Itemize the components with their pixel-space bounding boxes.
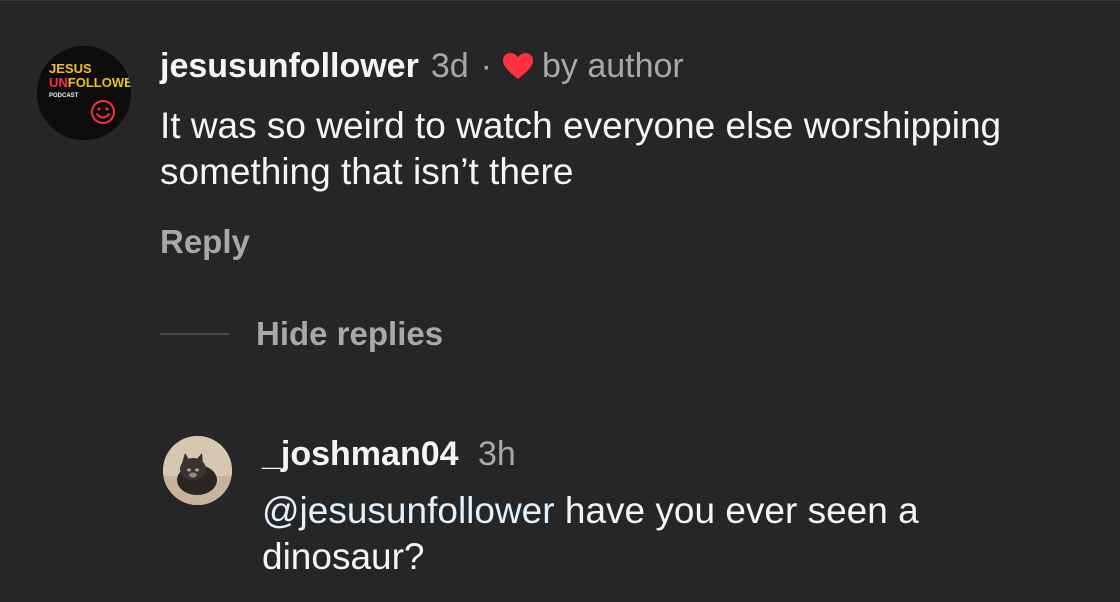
logo-line-2-rest: FOLLOWER — [68, 75, 131, 90]
reply-button[interactable]: Reply — [160, 221, 250, 263]
reply-mention-link[interactable]: @jesusunfollower — [262, 490, 555, 531]
logo-line-1: JESUS — [49, 61, 92, 76]
hide-replies-label: Hide replies — [256, 315, 444, 352]
logo-line-2-accent: UN — [49, 75, 68, 90]
comment-text: It was so weird to watch everyone else w… — [160, 105, 1002, 192]
top-divider — [0, 0, 1120, 1]
reply-header: _joshman04 3h — [262, 432, 516, 476]
comment-username[interactable]: jesusunfollower — [160, 44, 419, 88]
avatar-jesusunfollower[interactable]: JESUS UNFOLLOWER PODCAST — [37, 46, 131, 140]
avatar-joshman04[interactable] — [163, 436, 232, 505]
heart-icon — [502, 52, 534, 80]
logo-line-3: PODCAST — [49, 93, 79, 99]
hide-replies-line — [160, 333, 229, 335]
comment-header: jesusunfollower 3d · by author — [160, 44, 684, 88]
reply-time: 3h — [477, 435, 516, 473]
comment-time: 3d — [430, 47, 469, 85]
podcast-logo-icon: JESUS UNFOLLOWER PODCAST — [37, 46, 131, 140]
cat-photo-icon — [163, 436, 232, 505]
hide-replies-button[interactable]: Hide replies — [160, 313, 443, 355]
reply-username[interactable]: _joshman04 — [262, 435, 459, 473]
reply-text: @jesusunfollower have you ever seen a di… — [262, 488, 1062, 580]
meta-separator: · — [480, 47, 492, 85]
liked-by-author: by author — [541, 47, 684, 85]
svg-text:UNFOLLOWER: UNFOLLOWER — [49, 75, 131, 90]
